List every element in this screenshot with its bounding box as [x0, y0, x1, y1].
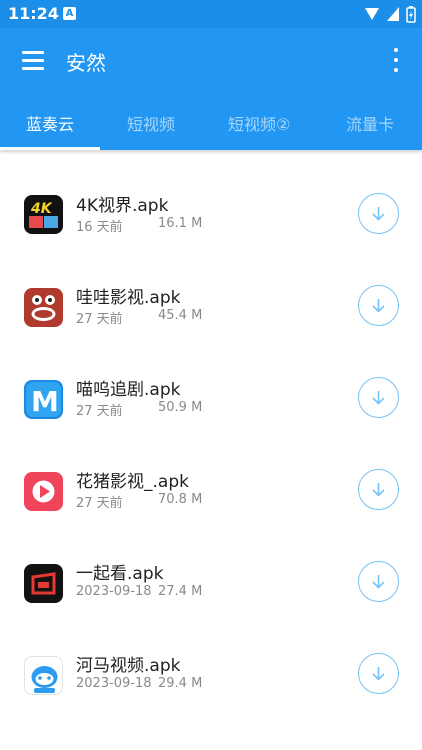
- list-item[interactable]: 河马视频.apk 2023-09-18 29.4 M: [0, 628, 422, 720]
- tab-indicator: [0, 147, 100, 150]
- tab-short-video[interactable]: 短视频: [127, 111, 175, 135]
- file-name: 河马视频.apk: [76, 656, 181, 676]
- m-icon: M: [24, 380, 63, 419]
- file-name: 喵呜追剧.apk: [76, 380, 181, 400]
- file-size: 16.1 M: [158, 216, 203, 231]
- download-button[interactable]: [358, 193, 399, 234]
- file-date: 16 天前: [76, 220, 123, 235]
- tab-bar: 蓝奏云 短视频 短视频② 流量卡: [0, 92, 422, 150]
- svg-text:M: M: [31, 385, 59, 418]
- tv-icon: [24, 564, 63, 603]
- list-item[interactable]: 一起看.apk 2023-09-18 27.4 M: [0, 536, 422, 628]
- tab-short-video-2[interactable]: 短视频②: [228, 111, 290, 135]
- file-size: 45.4 M: [158, 308, 203, 323]
- download-button[interactable]: [358, 377, 399, 418]
- tab-data-card[interactable]: 流量卡: [346, 111, 394, 135]
- more-options-icon[interactable]: [392, 48, 400, 72]
- file-name: 一起看.apk: [76, 564, 164, 584]
- file-date: 27 天前: [76, 496, 123, 511]
- file-size: 50.9 M: [158, 400, 203, 415]
- download-arrow-icon: [372, 575, 385, 589]
- download-arrow-icon: [372, 207, 385, 221]
- file-date: 27 天前: [76, 312, 123, 327]
- file-size: 27.4 M: [158, 584, 203, 599]
- file-date: 27 天前: [76, 404, 123, 419]
- play-icon: [24, 472, 63, 511]
- status-bar: 11:24 A: [0, 0, 422, 28]
- list-item[interactable]: M 喵呜追剧.apk 27 天前 50.9 M: [0, 352, 422, 444]
- status-icons: [364, 5, 416, 23]
- notification-icon: A: [63, 7, 76, 20]
- file-size: 70.8 M: [158, 492, 203, 507]
- download-arrow-icon: [372, 391, 385, 405]
- download-button[interactable]: [358, 653, 399, 694]
- download-arrow-icon: [372, 299, 385, 313]
- tab-lanzou[interactable]: 蓝奏云: [26, 111, 74, 135]
- file-name: 4K视界.apk: [76, 196, 169, 216]
- frog-icon: [24, 288, 63, 327]
- file-date: 2023-09-18: [76, 584, 152, 599]
- download-button[interactable]: [358, 285, 399, 326]
- list-item[interactable]: 花猪影视_.apk 27 天前 70.8 M: [0, 444, 422, 536]
- 4k-icon: 4K: [24, 195, 63, 234]
- app-bar: 安然: [0, 28, 422, 92]
- download-button[interactable]: [358, 561, 399, 602]
- file-date: 2023-09-18: [76, 676, 152, 691]
- battery-icon: [406, 5, 416, 23]
- cellular-icon: [387, 7, 399, 21]
- file-size: 29.4 M: [158, 676, 203, 691]
- file-name: 哇哇影视.apk: [76, 288, 181, 308]
- svg-text:4K: 4K: [30, 201, 53, 217]
- download-arrow-icon: [372, 483, 385, 497]
- signal-icon: [365, 8, 379, 20]
- menu-icon[interactable]: [16, 46, 50, 74]
- download-arrow-icon: [372, 667, 385, 681]
- list-item[interactable]: 哇哇影视.apk 27 天前 45.4 M: [0, 260, 422, 352]
- status-time: 11:24: [8, 4, 59, 23]
- file-name: 花猪影视_.apk: [76, 472, 189, 492]
- page-title: 安然: [66, 51, 106, 75]
- list-item[interactable]: 4K 4K视界.apk 16 天前 16.1 M: [0, 168, 422, 260]
- download-button[interactable]: [358, 469, 399, 510]
- hippo-icon: [24, 656, 63, 695]
